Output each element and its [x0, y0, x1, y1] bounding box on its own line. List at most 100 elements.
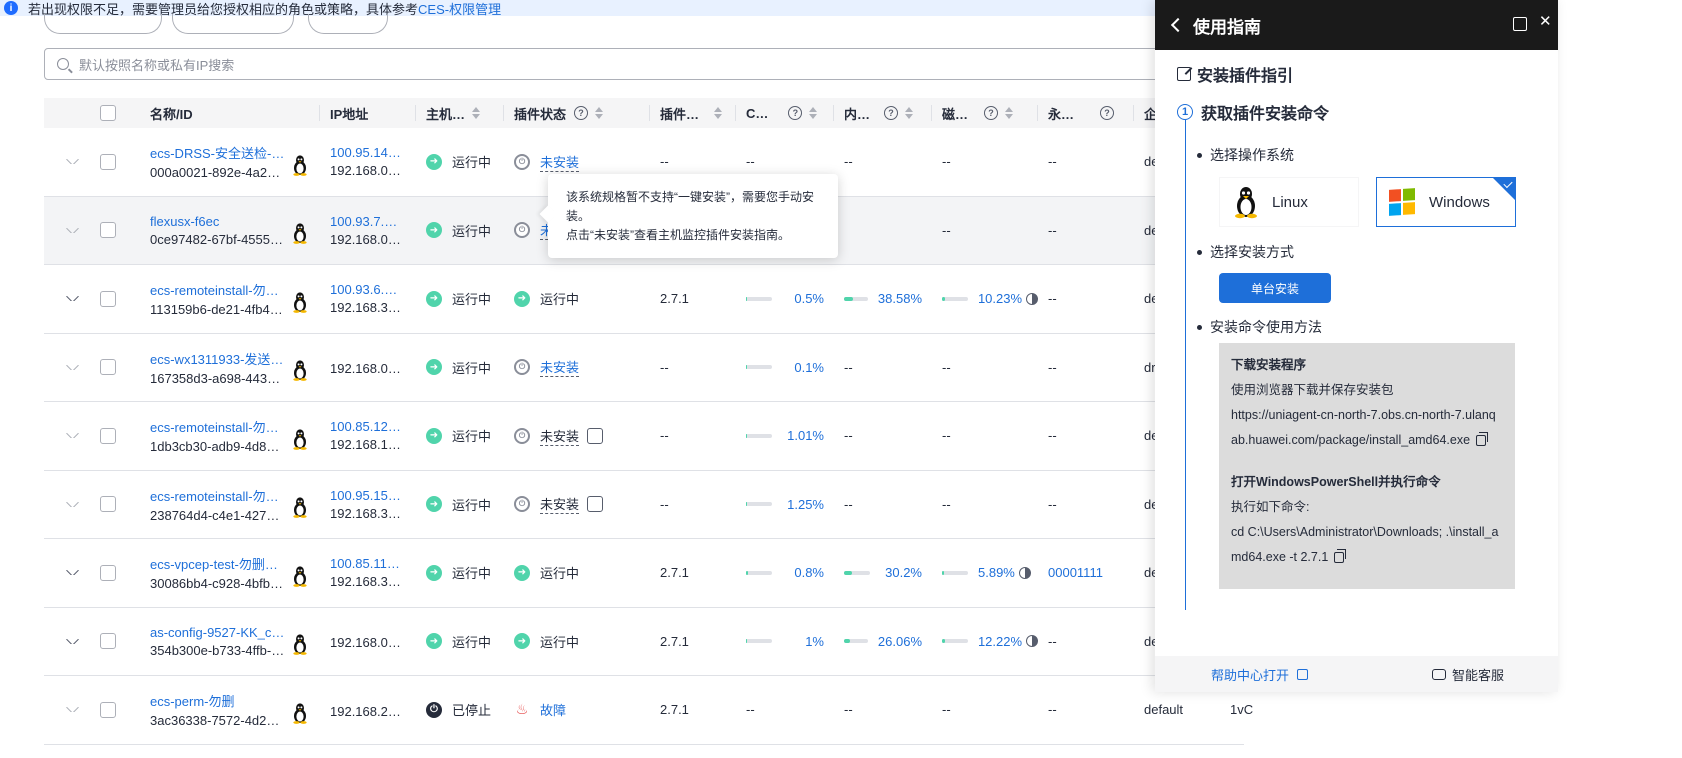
- expand-icon[interactable]: [1513, 17, 1527, 31]
- chevron-down-icon[interactable]: [65, 433, 79, 439]
- expand-cell[interactable]: [44, 433, 100, 439]
- help-icon[interactable]: ?: [884, 106, 899, 120]
- copy-icon[interactable]: [1334, 549, 1347, 564]
- chevron-down-icon[interactable]: [65, 227, 79, 233]
- col-mem[interactable]: 内…?: [834, 105, 932, 121]
- public-ip-link[interactable]: 100.95.14…: [330, 145, 401, 160]
- copy-icon[interactable]: [1476, 432, 1489, 447]
- perm-value[interactable]: 00001111: [1048, 565, 1103, 580]
- table-row[interactable]: ecs-remoteinstall-勿… 113159b6-de21-4fb4… 1…: [44, 265, 1253, 334]
- row-checkbox[interactable]: [100, 359, 116, 376]
- public-ip-link[interactable]: 100.93.6.…: [330, 282, 397, 297]
- plugin-not-installed-link[interactable]: 未安装: [540, 357, 580, 378]
- usage-value[interactable]: 26.06%: [878, 634, 932, 649]
- plugin-not-installed-text[interactable]: 未安装: [540, 494, 580, 515]
- instance-name-link[interactable]: ecs-vpcep-test-勿删…: [150, 554, 290, 573]
- sort-icon[interactable]: [594, 107, 604, 119]
- row-checkbox[interactable]: [100, 290, 116, 307]
- help-icon[interactable]: ?: [788, 106, 803, 120]
- usage-value[interactable]: 30.2%: [880, 565, 932, 580]
- help-icon[interactable]: ?: [574, 106, 589, 120]
- instance-name-link[interactable]: ecs-remoteinstall-勿…: [150, 417, 290, 436]
- table-row[interactable]: ecs-perm-勿删 3ac36338-7572-4d2… 192.168.2… ⏻…: [44, 676, 1253, 745]
- expand-cell[interactable]: [44, 638, 100, 644]
- row-checkbox[interactable]: [100, 153, 116, 170]
- toolbar-button-stub[interactable]: [44, 14, 162, 34]
- chevron-down-icon[interactable]: [65, 501, 79, 507]
- usage-value[interactable]: 12.22%: [978, 634, 1022, 649]
- public-ip-link[interactable]: 100.93.7.…: [330, 214, 397, 229]
- table-row[interactable]: ecs-remoteinstall-勿… 238764d4-c4e1-427… 10…: [44, 471, 1253, 539]
- chevron-down-icon[interactable]: [65, 159, 79, 165]
- usage-value[interactable]: 0.1%: [782, 360, 834, 375]
- instance-name-link[interactable]: as-config-9527-KK_c…: [150, 625, 290, 640]
- table-row[interactable]: ecs-vpcep-test-勿删… 30086bb4-c928-4bfb… 100…: [44, 539, 1253, 608]
- chevron-down-icon[interactable]: [65, 364, 79, 370]
- sort-icon[interactable]: [904, 107, 914, 119]
- expand-cell[interactable]: [44, 159, 100, 165]
- chevron-down-icon[interactable]: [65, 707, 79, 713]
- expand-cell[interactable]: [44, 570, 100, 576]
- detail-icon[interactable]: [1026, 635, 1038, 648]
- select-all-checkbox[interactable]: [100, 105, 116, 121]
- expand-cell[interactable]: [44, 707, 100, 713]
- usage-value[interactable]: 5.89%: [978, 565, 1015, 580]
- instance-name-link[interactable]: ecs-perm-勿删: [150, 691, 290, 710]
- instance-name-link[interactable]: ecs-wx1311933-发送…: [150, 349, 290, 368]
- plugin-not-installed-text[interactable]: 未安装: [540, 426, 580, 446]
- usage-value[interactable]: 1.01%: [782, 428, 834, 443]
- table-row[interactable]: ecs-wx1311933-发送… 167358d3-a698-443… 192.1…: [44, 334, 1253, 402]
- plugin-install-icon[interactable]: [587, 496, 604, 513]
- row-checkbox[interactable]: [100, 633, 116, 650]
- chevron-down-icon[interactable]: [65, 638, 79, 644]
- sort-icon[interactable]: [808, 107, 818, 119]
- row-checkbox[interactable]: [100, 222, 116, 239]
- instance-name-link[interactable]: ecs-DRSS-安全送检-…: [150, 143, 290, 162]
- toolbar-button-stub[interactable]: [172, 14, 294, 34]
- row-checkbox[interactable]: [100, 701, 116, 718]
- table-row[interactable]: ecs-remoteinstall-勿… 1db3cb30-adb9-4d8… 10…: [44, 402, 1253, 471]
- help-icon[interactable]: ?: [1100, 106, 1115, 120]
- plugin-install-icon[interactable]: [587, 427, 604, 444]
- usage-value[interactable]: 38.58%: [878, 291, 932, 306]
- col-disk[interactable]: 磁…?: [932, 105, 1038, 121]
- usage-value[interactable]: 1.25%: [782, 497, 834, 512]
- help-icon[interactable]: ?: [984, 106, 999, 120]
- usage-value[interactable]: 0.8%: [782, 565, 834, 580]
- row-checkbox[interactable]: [100, 496, 116, 513]
- instance-name-link[interactable]: flexusx-f6ec: [150, 214, 290, 229]
- detail-icon[interactable]: [1026, 292, 1038, 305]
- table-row[interactable]: as-config-9527-KK_c… 354b300e-b733-4ffb-……: [44, 608, 1253, 676]
- os-option-linux[interactable]: Linux: [1219, 177, 1359, 227]
- smart-service-button[interactable]: 智能客服: [1432, 665, 1504, 684]
- row-checkbox[interactable]: [100, 427, 116, 444]
- help-center-link[interactable]: 帮助中心打开: [1211, 665, 1309, 684]
- usage-value[interactable]: 0.5%: [782, 291, 834, 306]
- sort-icon[interactable]: [471, 107, 481, 119]
- instance-name-link[interactable]: ecs-remoteinstall-勿…: [150, 486, 290, 505]
- sort-icon[interactable]: [713, 107, 723, 119]
- row-checkbox[interactable]: [100, 564, 116, 581]
- expand-cell[interactable]: [44, 501, 100, 507]
- usage-value[interactable]: 10.23%: [978, 291, 1022, 306]
- public-ip-link[interactable]: 100.95.15…: [330, 488, 401, 503]
- col-cpu[interactable]: C…?: [736, 105, 834, 121]
- col-plugin-version[interactable]: 插件…: [650, 105, 736, 121]
- close-icon[interactable]: ✕: [1539, 14, 1553, 29]
- col-plugin-status[interactable]: 插件状态?: [504, 105, 650, 121]
- notice-link[interactable]: CES-权限管理: [418, 0, 501, 17]
- os-option-windows[interactable]: Windows: [1376, 177, 1516, 227]
- single-install-button[interactable]: 单台安装: [1219, 273, 1331, 303]
- detail-icon[interactable]: [1018, 566, 1031, 579]
- back-icon[interactable]: [1170, 17, 1186, 33]
- public-ip-link[interactable]: 100.85.11…: [330, 556, 400, 571]
- sort-icon[interactable]: [1004, 107, 1014, 119]
- chevron-down-icon[interactable]: [65, 570, 79, 576]
- expand-cell[interactable]: [44, 364, 100, 370]
- chevron-down-icon[interactable]: [65, 296, 79, 302]
- plugin-fault-link[interactable]: 故障: [540, 700, 566, 719]
- expand-cell[interactable]: [44, 227, 100, 233]
- instance-name-link[interactable]: ecs-remoteinstall-勿…: [150, 280, 290, 299]
- public-ip-link[interactable]: 100.85.12…: [330, 419, 401, 434]
- col-host[interactable]: 主机…: [416, 105, 504, 121]
